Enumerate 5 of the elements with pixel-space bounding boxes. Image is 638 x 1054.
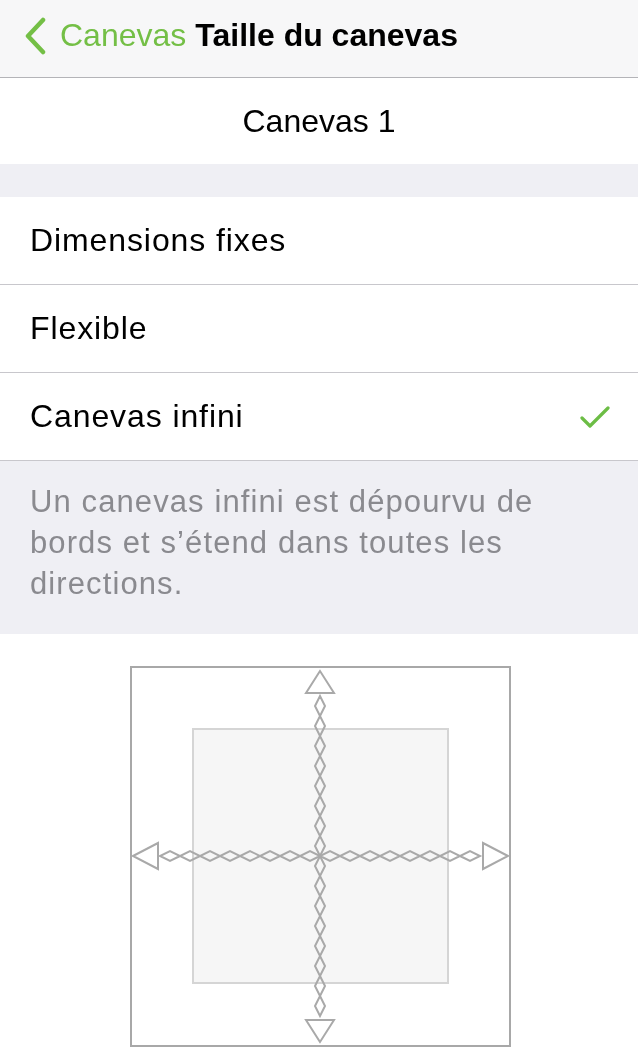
screen-title: Taille du canevas	[195, 17, 458, 54]
footer-note: Un canevas infini est dépourvu de bords et s’étend dans toutes les directions.	[30, 483, 535, 603]
canvas-name: Canevas 1	[242, 102, 396, 140]
checkmark-icon	[580, 405, 610, 428]
chevron-left-icon	[24, 16, 46, 55]
